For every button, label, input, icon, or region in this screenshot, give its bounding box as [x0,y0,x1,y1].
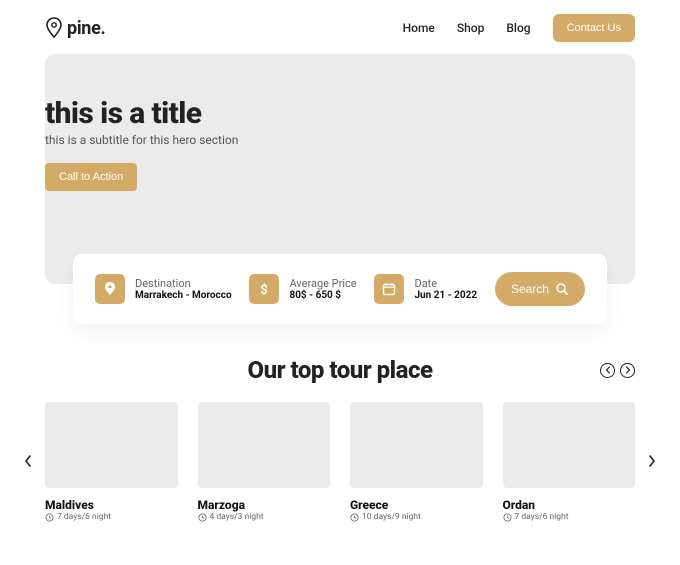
dollar-icon: $ [249,274,279,304]
clock-icon [350,513,359,522]
tour-title: Ordan [503,498,636,512]
tour-title: Maldives [45,498,178,512]
tours-heading: Our top tour place [248,356,433,384]
search-price-label: Average Price [289,277,356,290]
tour-card[interactable]: Marzoga 4 days/3 night [198,402,331,522]
search-destination-value: Marrakech - Morocco [135,290,232,301]
tour-card[interactable]: Ordan 7 days/6 night [503,402,636,522]
calendar-icon [374,274,404,304]
hero-subtitle: this is a subtitle for this hero section [3,133,635,147]
search-price[interactable]: $ Average Price 80$ - 650 $ [249,274,356,304]
clock-icon [45,513,54,522]
svg-text:$: $ [261,283,268,296]
chevron-left-icon [23,454,33,468]
logo-text: pine. [67,18,105,39]
logo-pin-icon [45,17,63,39]
search-button[interactable]: Search [495,272,585,306]
logo[interactable]: pine. [45,17,105,39]
nav-blog[interactable]: Blog [506,21,530,35]
clock-icon [198,513,207,522]
search-date-label: Date [414,277,477,290]
search-icon [555,282,569,296]
hero-title: this is a title [3,96,635,131]
hero-cta-button[interactable]: Call to Action [45,163,137,191]
nav-home[interactable]: Home [403,21,435,35]
clock-icon [503,513,512,522]
chevron-left-icon [605,366,611,374]
search-destination[interactable]: Destination Marrakech - Morocco [95,274,232,304]
chevron-right-icon [647,454,657,468]
search-date[interactable]: Date Jun 21 - 2022 [374,274,477,304]
next-arrow-button[interactable] [620,363,635,378]
tour-card[interactable]: Maldives 7 days/6 night [45,402,178,522]
tour-image-placeholder [350,402,483,488]
search-price-value: 80$ - 650 $ [289,290,356,301]
carousel-prev-button[interactable] [23,453,33,472]
prev-arrow-button[interactable] [600,363,615,378]
contact-button[interactable]: Contact Us [553,14,635,42]
chevron-right-icon [625,366,631,374]
search-destination-label: Destination [135,277,232,290]
tour-card[interactable]: Greece 10 days/9 night [350,402,483,522]
tour-image-placeholder [45,402,178,488]
tour-title: Greece [350,498,483,512]
tour-image-placeholder [198,402,331,488]
tour-title: Marzoga [198,498,331,512]
tour-meta: 4 days/3 night [210,512,264,522]
search-button-label: Search [511,282,549,296]
tour-meta: 7 days/6 night [515,512,569,522]
location-pin-icon [95,274,125,304]
tour-image-placeholder [503,402,636,488]
search-date-value: Jun 21 - 2022 [414,290,477,301]
carousel-next-button[interactable] [647,453,657,472]
tour-meta: 7 days/6 night [57,512,111,522]
nav-shop[interactable]: Shop [457,21,485,35]
search-bar: Destination Marrakech - Morocco $ Averag… [73,254,607,324]
tour-meta: 10 days/9 night [362,512,421,522]
